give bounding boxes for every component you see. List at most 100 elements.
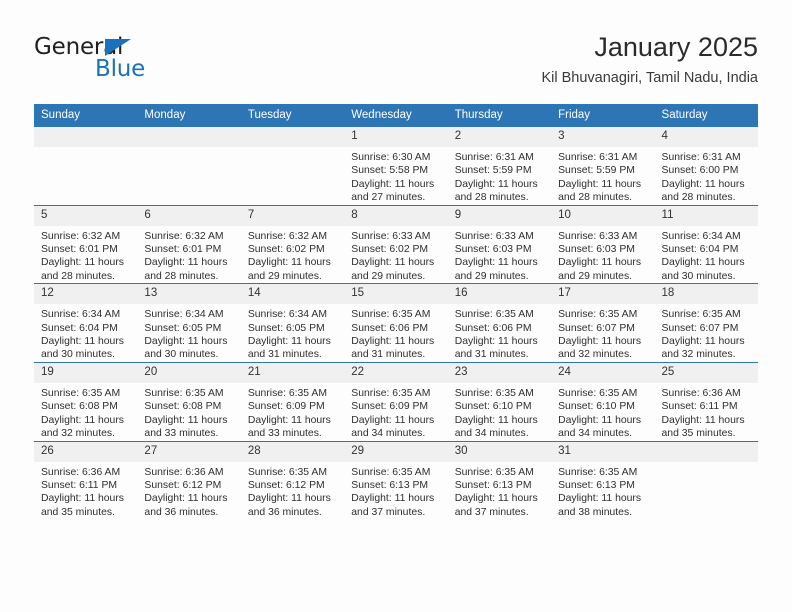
- calendar-day-cell[interactable]: 14 Sunrise: 6:34 AM Sunset: 6:05 PM Dayligh…: [240, 283, 345, 363]
- calendar-day-cell[interactable]: 7 Sunrise: 6:32 AM Sunset: 6:02 PM Daylight…: [240, 204, 345, 284]
- calendar-day-cell[interactable]: 15 Sunrise: 6:35 AM Sunset: 6:06 PM Dayligh…: [344, 283, 448, 363]
- daylight-text: Daylight: 11 hours: [558, 414, 642, 426]
- sunrise-text: Sunrise: 6:35 AM: [558, 309, 638, 321]
- calendar-header-row: Sunday Monday Tuesday Wednesday Thursday…: [34, 104, 758, 127]
- daylight-text: Daylight: 11 hours: [558, 493, 642, 505]
- daylight-text-cont: and 28 minutes.: [41, 270, 115, 282]
- daylight-text-cont: and 38 minutes.: [558, 506, 633, 518]
- sunrise-text: Sunrise: 6:30 AM: [351, 152, 431, 163]
- calendar-day-cell[interactable]: 9 Sunrise: 6:33 AM Sunset: 6:03 PM Daylight…: [447, 204, 552, 284]
- day-number: 21: [240, 362, 345, 383]
- calendar-day-cell[interactable]: 23 Sunrise: 6:35 AM Sunset: 6:10 PM Dayligh…: [447, 361, 552, 441]
- day-number: 22: [344, 362, 448, 383]
- day-details: Sunrise: 6:33 AM Sunset: 6:02 PM Daylight:…: [344, 226, 447, 284]
- sunrise-text: Sunrise: 6:36 AM: [144, 466, 224, 478]
- sunrise-text: Sunrise: 6:33 AM: [454, 230, 534, 242]
- sunrise-text: Sunrise: 6:35 AM: [454, 387, 534, 399]
- sunset-text: Sunset: 6:13 PM: [454, 479, 532, 491]
- daylight-text: Daylight: 11 hours: [144, 257, 228, 269]
- daylight-text: Daylight: 11 hours: [351, 414, 435, 426]
- weekday-header-thursday: Thursday: [447, 104, 552, 127]
- daylight-text-cont: and 31 minutes.: [454, 349, 529, 361]
- sunrise-text: Sunrise: 6:33 AM: [558, 230, 638, 242]
- daylight-text: Daylight: 11 hours: [558, 257, 642, 269]
- calendar-day-cell[interactable]: 6 Sunrise: 6:32 AM Sunset: 6:01 PM Daylight…: [137, 204, 241, 284]
- daylight-text-cont: and 33 minutes.: [247, 428, 322, 440]
- sunset-text: Sunset: 6:01 PM: [41, 244, 118, 256]
- day-number: [34, 127, 138, 147]
- sunset-text: Sunset: 6:01 PM: [144, 244, 222, 256]
- sunset-text: Sunset: 5:58 PM: [351, 165, 429, 177]
- calendar-day-cell[interactable]: 11 Sunrise: 6:34 AM Sunset: 6:04 PM Dayligh…: [654, 204, 758, 284]
- calendar-week-row: 5 Sunrise: 6:32 AM Sunset: 6:01 PM Daylight…: [34, 204, 758, 284]
- calendar-day-cell[interactable]: 4 Sunrise: 6:31 AM Sunset: 6:00 PM Daylight…: [654, 127, 758, 205]
- calendar-day-cell[interactable]: 3 Sunrise: 6:31 AM Sunset: 5:59 PM Daylight…: [551, 127, 655, 205]
- calendar-day-cell[interactable]: 2 Sunrise: 6:31 AM Sunset: 5:59 PM Daylight…: [447, 127, 552, 205]
- sunrise-text: Sunrise: 6:35 AM: [454, 466, 534, 478]
- sunrise-text: Sunrise: 6:35 AM: [558, 387, 638, 399]
- day-details: Sunrise: 6:32 AM Sunset: 6:01 PM Daylight:…: [34, 226, 137, 284]
- calendar-day-cell[interactable]: 27 Sunrise: 6:36 AM Sunset: 6:12 PM Dayligh…: [137, 440, 241, 520]
- calendar-week-row: 1 Sunrise: 6:30 AM Sunset: 5:58 PM Daylight…: [34, 127, 758, 205]
- day-number: 5: [34, 205, 138, 226]
- calendar-week-row: 26 Sunrise: 6:36 AM Sunset: 6:11 PM Dayligh…: [34, 440, 758, 520]
- calendar-day-cell[interactable]: 18 Sunrise: 6:35 AM Sunset: 6:07 PM Dayligh…: [654, 283, 758, 363]
- day-number: 2: [447, 127, 552, 147]
- day-details: Sunrise: 6:35 AM Sunset: 6:13 PM Daylight:…: [551, 462, 654, 520]
- sunrise-text: Sunrise: 6:35 AM: [144, 387, 224, 399]
- daylight-text-cont: and 28 minutes.: [661, 192, 736, 204]
- calendar-day-cell[interactable]: 25 Sunrise: 6:36 AM Sunset: 6:11 PM Dayligh…: [654, 361, 758, 441]
- calendar-page: General Blue January 2025 Kil Bhuvanagir…: [0, 0, 792, 612]
- daylight-text-cont: and 34 minutes.: [351, 428, 426, 440]
- daylight-text: Daylight: 11 hours: [41, 493, 124, 505]
- calendar-day-cell[interactable]: 22 Sunrise: 6:35 AM Sunset: 6:09 PM Dayligh…: [344, 361, 448, 441]
- day-number: [654, 441, 758, 462]
- calendar-day-cell[interactable]: 8 Sunrise: 6:33 AM Sunset: 6:02 PM Daylight…: [344, 204, 448, 284]
- calendar-table: Sunday Monday Tuesday Wednesday Thursday…: [34, 104, 758, 520]
- sunrise-text: Sunrise: 6:31 AM: [558, 152, 638, 163]
- calendar-day-cell[interactable]: 21 Sunrise: 6:35 AM Sunset: 6:09 PM Dayligh…: [240, 361, 345, 441]
- daylight-text: Daylight: 11 hours: [661, 336, 745, 348]
- day-number: 11: [654, 205, 758, 226]
- sunrise-text: Sunrise: 6:35 AM: [351, 466, 431, 478]
- sunset-text: Sunset: 6:02 PM: [351, 244, 429, 256]
- day-number: 17: [551, 284, 655, 305]
- calendar-day-cell[interactable]: 20 Sunrise: 6:35 AM Sunset: 6:08 PM Dayligh…: [137, 361, 241, 441]
- sunrise-text: Sunrise: 6:34 AM: [661, 230, 741, 242]
- calendar-day-cell[interactable]: 31 Sunrise: 6:35 AM Sunset: 6:13 PM Dayligh…: [551, 440, 655, 520]
- calendar-day-cell[interactable]: 13 Sunrise: 6:34 AM Sunset: 6:05 PM Dayligh…: [137, 283, 241, 363]
- calendar-day-cell[interactable]: 16 Sunrise: 6:35 AM Sunset: 6:06 PM Dayligh…: [447, 283, 552, 363]
- calendar-day-cell[interactable]: 10 Sunrise: 6:33 AM Sunset: 6:03 PM Dayligh…: [551, 204, 655, 284]
- calendar-day-cell[interactable]: 29 Sunrise: 6:35 AM Sunset: 6:13 PM Dayligh…: [344, 440, 448, 520]
- day-number: 27: [137, 441, 241, 462]
- calendar-day-cell[interactable]: 28 Sunrise: 6:35 AM Sunset: 6:12 PM Dayligh…: [240, 440, 345, 520]
- day-details: Sunrise: 6:31 AM Sunset: 5:59 PM Daylight:…: [551, 147, 654, 205]
- sunrise-text: Sunrise: 6:32 AM: [144, 230, 224, 242]
- calendar-day-cell[interactable]: 5 Sunrise: 6:32 AM Sunset: 6:01 PM Daylight…: [34, 204, 138, 284]
- calendar-day-cell[interactable]: 12 Sunrise: 6:34 AM Sunset: 6:04 PM Dayligh…: [34, 283, 138, 363]
- day-details: Sunrise: 6:35 AM Sunset: 6:08 PM Daylight:…: [34, 383, 137, 441]
- daylight-text: Daylight: 11 hours: [144, 414, 228, 426]
- sunset-text: Sunset: 6:04 PM: [41, 322, 118, 334]
- day-details: Sunrise: 6:35 AM Sunset: 6:09 PM Daylight:…: [344, 383, 447, 441]
- daylight-text-cont: and 29 minutes.: [558, 270, 633, 282]
- calendar-week-row: 12 Sunrise: 6:34 AM Sunset: 6:04 PM Dayligh…: [34, 283, 758, 363]
- daylight-text: Daylight: 11 hours: [247, 336, 331, 348]
- daylight-text: Daylight: 11 hours: [558, 178, 642, 190]
- calendar-day-cell[interactable]: 1 Sunrise: 6:30 AM Sunset: 5:58 PM Daylight…: [344, 127, 448, 205]
- daylight-text: Daylight: 11 hours: [661, 414, 745, 426]
- daylight-text-cont: and 34 minutes.: [558, 428, 633, 440]
- calendar-day-cell[interactable]: 17 Sunrise: 6:35 AM Sunset: 6:07 PM Dayligh…: [551, 283, 655, 363]
- daylight-text: Daylight: 11 hours: [454, 178, 538, 190]
- calendar-day-cell[interactable]: 24 Sunrise: 6:35 AM Sunset: 6:10 PM Dayligh…: [551, 361, 655, 441]
- day-number: 18: [654, 284, 758, 305]
- calendar-day-cell[interactable]: 19 Sunrise: 6:35 AM Sunset: 6:08 PM Dayligh…: [34, 361, 138, 441]
- day-number: 3: [551, 127, 655, 147]
- sunrise-text: Sunrise: 6:35 AM: [247, 387, 327, 399]
- calendar-day-cell[interactable]: 30 Sunrise: 6:35 AM Sunset: 6:13 PM Dayligh…: [447, 440, 552, 520]
- day-details: Sunrise: 6:34 AM Sunset: 6:04 PM Daylight:…: [34, 304, 137, 362]
- daylight-text: Daylight: 11 hours: [247, 414, 331, 426]
- calendar-day-cell[interactable]: 26 Sunrise: 6:36 AM Sunset: 6:11 PM Dayligh…: [34, 440, 138, 520]
- day-details: Sunrise: 6:32 AM Sunset: 6:02 PM Daylight:…: [241, 226, 344, 284]
- day-details: Sunrise: 6:36 AM Sunset: 6:12 PM Daylight:…: [137, 462, 240, 520]
